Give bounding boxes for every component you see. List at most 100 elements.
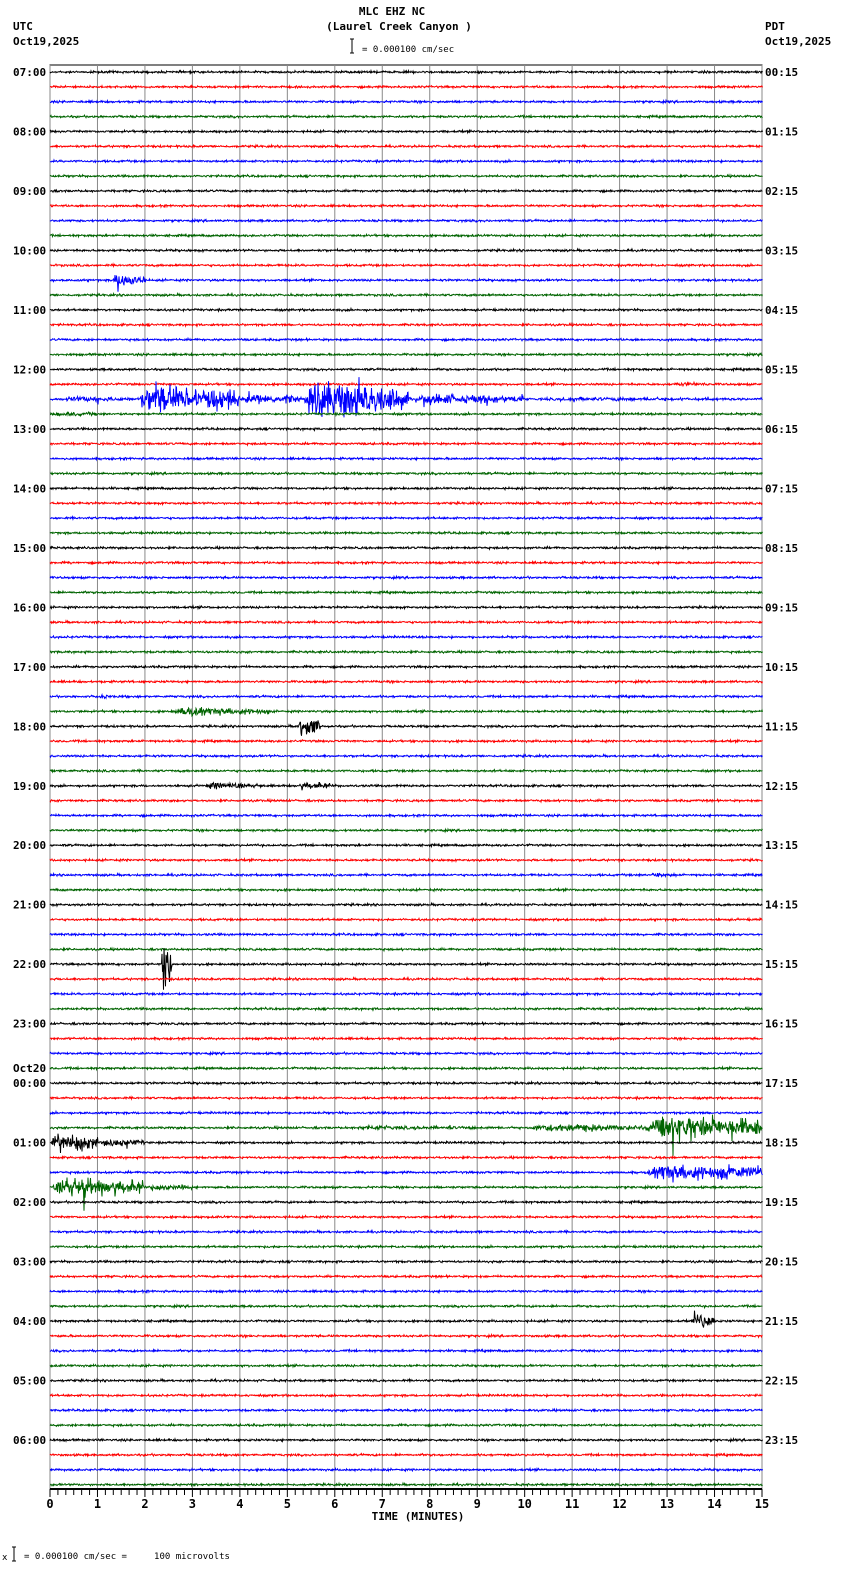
trace-26: [49, 455, 763, 462]
trace-1: [49, 84, 763, 90]
utc-label-0600: 06:00: [13, 1434, 46, 1447]
trace-4: [49, 128, 763, 135]
trace-81: [49, 1273, 763, 1280]
trace-54: [49, 871, 763, 879]
trace-85: [49, 1332, 763, 1340]
pdt-label-1515: 15:15: [765, 958, 798, 971]
trace-94: [49, 1466, 763, 1473]
scale-bar-icon: [350, 38, 354, 54]
trace-8: [50, 188, 763, 194]
trace-14: [49, 274, 763, 292]
x-tick-label-2: 2: [141, 1497, 148, 1511]
pdt-label-0715: 07:15: [765, 482, 798, 495]
station-location: (Laurel Creek Canyon ): [326, 20, 472, 33]
pdt-label-2115: 21:15: [765, 1315, 798, 1328]
trace-68: [49, 1079, 763, 1087]
trace-63: [49, 1006, 763, 1012]
trace-19: [49, 351, 763, 358]
trace-23: [50, 410, 763, 418]
utc-label-1100: 11:00: [13, 304, 46, 317]
trace-33: [49, 559, 763, 566]
trace-10: [49, 217, 763, 224]
trace-48: [49, 781, 763, 791]
trace-29: [49, 500, 763, 507]
trace-42: [49, 693, 763, 700]
utc-hour-labels: 07:00 08:00 09:00 10:00 11:00 12:00 13:00 14:00…: [13, 66, 46, 1447]
trace-43: [49, 706, 763, 718]
pdt-label-1915: 19:15: [765, 1196, 798, 1209]
trace-59: [49, 946, 763, 953]
pdt-label-0215: 02:15: [765, 185, 798, 198]
trace-32: [49, 544, 763, 551]
x-tick-label-13: 13: [660, 1497, 674, 1511]
trace-65: [49, 1035, 763, 1042]
utc-label-0100: 01:00: [13, 1137, 46, 1150]
x-tick-label-4: 4: [236, 1497, 243, 1511]
trace-90: [49, 1407, 763, 1414]
trace-6: [49, 158, 763, 165]
trace-79: [49, 1243, 763, 1250]
pdt-label-1315: 13:15: [765, 839, 798, 852]
utc-label-0700: 07:00: [13, 66, 46, 79]
footer-scale-text: = 0.000100 cm/sec = 100 microvolts: [24, 1552, 230, 1562]
x-tick-label-5: 5: [284, 1497, 291, 1511]
trace-35: [49, 589, 763, 596]
trace-27: [49, 470, 763, 477]
utc-label-1600: 16:00: [13, 601, 46, 614]
trace-40: [49, 663, 763, 670]
utc-label-2300: 23:00: [13, 1018, 46, 1031]
trace-37: [49, 619, 763, 625]
trace-30: [50, 514, 763, 521]
trace-15: [49, 291, 763, 298]
trace-2: [49, 98, 763, 105]
trace-78: [49, 1228, 763, 1235]
x-tick-label-12: 12: [612, 1497, 626, 1511]
x-tick-label-0: 0: [46, 1497, 53, 1511]
trace-62: [49, 990, 763, 997]
footer-scale-bar-icon: [12, 1546, 16, 1562]
x-tick-label-9: 9: [474, 1497, 481, 1511]
traces: [49, 68, 763, 1488]
trace-49: [49, 797, 763, 804]
pdt-hour-labels: 00:15 01:15 02:15 03:15 04:15 05:15 06:15 07:15…: [765, 66, 798, 1447]
utc-label-1200: 12:00: [13, 363, 46, 376]
pdt-label-1615: 16:15: [765, 1018, 798, 1031]
trace-75: [49, 1177, 763, 1211]
trace-86: [49, 1347, 763, 1354]
trace-21: [49, 380, 763, 388]
trace-84: [49, 1310, 763, 1328]
pdt-label-2015: 20:15: [765, 1256, 798, 1269]
utc-label-1400: 14:00: [13, 482, 46, 495]
trace-55: [49, 886, 763, 893]
trace-20: [49, 366, 763, 373]
x-axis-label: TIME (MINUTES): [372, 1510, 465, 1523]
utc-label-2100: 21:00: [13, 899, 46, 912]
trace-45: [49, 738, 763, 745]
trace-17: [49, 321, 763, 328]
utc-label-0800: 08:00: [13, 125, 46, 138]
x-tick-label-3: 3: [189, 1497, 196, 1511]
x-axis: 0 1 2 3 4 5 6 7 8 9 10 11 12 13 14 15: [46, 1488, 769, 1511]
pdt-label-1715: 17:15: [765, 1077, 798, 1090]
trace-95: [49, 1481, 763, 1488]
x-tick-label-7: 7: [379, 1497, 386, 1511]
footer-prefix: x: [2, 1553, 8, 1563]
pdt-label-1415: 14:15: [765, 899, 798, 912]
trace-77: [49, 1213, 763, 1220]
trace-71: [49, 1114, 763, 1156]
x-tick-label-6: 6: [331, 1497, 338, 1511]
trace-0: [49, 68, 763, 76]
scale-text: = 0.000100 cm/sec: [362, 45, 454, 55]
trace-72: [49, 1133, 763, 1154]
utc-label-0900: 09:00: [13, 185, 46, 198]
trace-7: [49, 173, 763, 180]
trace-52: [49, 842, 763, 849]
pdt-label-1815: 18:15: [765, 1137, 798, 1150]
trace-34: [49, 574, 763, 581]
trace-73: [49, 1154, 763, 1161]
trace-46: [49, 752, 763, 760]
trace-41: [49, 678, 763, 685]
trace-39: [49, 649, 763, 655]
trace-67: [49, 1065, 763, 1072]
utc-label-1900: 19:00: [13, 780, 46, 793]
